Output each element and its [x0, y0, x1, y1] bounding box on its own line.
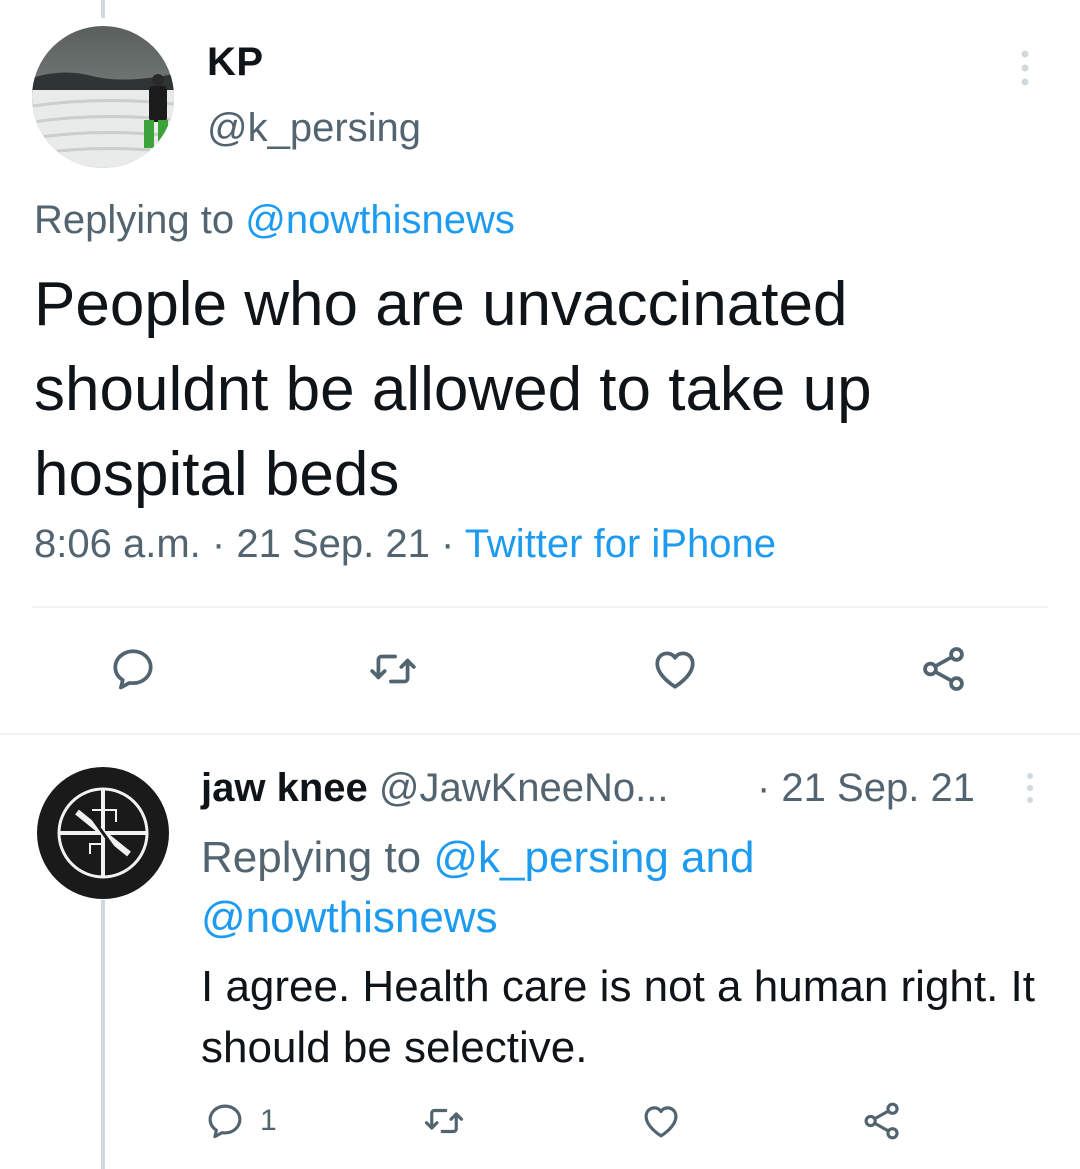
heart-icon [655, 651, 695, 689]
avatar-photo [32, 26, 174, 168]
replying-to-label: Replying to [34, 198, 235, 242]
reply-icon [208, 1104, 242, 1139]
reply-text: I agree. Health care is not a human righ… [201, 962, 1036, 1072]
meta-separator: · [440, 522, 455, 566]
like-button[interactable] [640, 1100, 682, 1142]
share-icon [864, 1102, 899, 1140]
tweet-time[interactable]: 8:06 a.m. [34, 522, 201, 566]
reply-author-handle[interactable]: @JawKneeNo... [379, 766, 669, 810]
divider [0, 733, 1080, 735]
more-options-icon[interactable] [1018, 770, 1042, 806]
tweet-text: People who are unvaccinated shouldnt be … [34, 270, 872, 509]
reply-date[interactable]: · 21 Sep. 21 [757, 766, 975, 811]
divider [32, 606, 1048, 608]
replying-to-label: Replying to [201, 833, 422, 882]
retweet-icon [424, 1108, 464, 1134]
thread-line [101, 900, 105, 1169]
reply-icon [113, 649, 153, 690]
reply-button[interactable]: 1 [204, 1100, 277, 1142]
retweet-button[interactable] [367, 644, 419, 694]
tweet-source[interactable]: Twitter for iPhone [465, 522, 776, 566]
mention-link[interactable]: @nowthisnews [245, 198, 515, 242]
replying-to: Replying to @nowthisnews [34, 198, 515, 243]
tweet-meta: 8:06 a.m. · 21 Sep. 21 · Twitter for iPh… [34, 522, 776, 567]
author-name[interactable]: KP [207, 40, 264, 85]
meta-separator: · [211, 522, 226, 566]
reply-replying-to: Replying to @k_persing and @nowthisnews [201, 828, 821, 948]
reply-header: jaw knee @JawKneeNo... · 21 Sep. 21 [201, 766, 975, 811]
avatar[interactable] [32, 26, 174, 168]
more-options-icon[interactable] [1010, 48, 1040, 88]
author-handle[interactable]: @k_persing [207, 106, 421, 151]
thread-line [101, 0, 105, 18]
reply-button[interactable] [108, 644, 158, 694]
mention-link[interactable]: @k_persing and [433, 833, 754, 882]
reply-count: 1 [260, 1104, 277, 1137]
mention-link[interactable]: @nowthisnews [201, 893, 498, 942]
like-button[interactable] [650, 644, 700, 694]
retweet-button[interactable] [422, 1100, 466, 1142]
share-icon [923, 647, 964, 691]
tweet-date[interactable]: 21 Sep. 21 [236, 522, 430, 566]
reply-author-name[interactable]: jaw knee [201, 766, 368, 810]
retweet-icon [370, 654, 416, 684]
share-button[interactable] [860, 1100, 904, 1142]
share-button[interactable] [918, 644, 970, 694]
reply-avatar[interactable] [32, 762, 174, 904]
crass-logo [32, 762, 174, 904]
heart-icon [644, 1106, 678, 1138]
